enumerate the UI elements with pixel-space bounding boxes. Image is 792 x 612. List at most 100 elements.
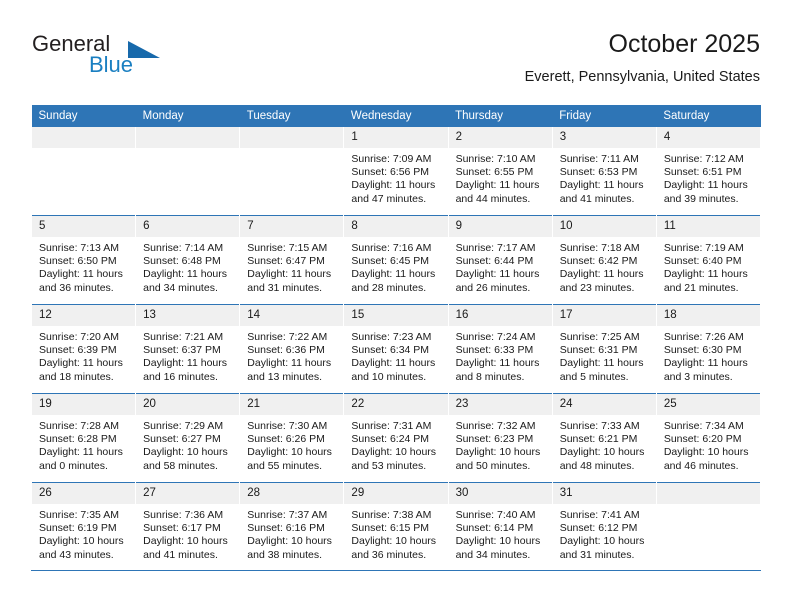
day-cell[interactable]: 3 Sunrise: 7:11 AM Sunset: 6:53 PM Daylight… [552,127,656,215]
sunset-text: Sunset: 6:24 PM [351,433,430,446]
sunrise-text: Sunrise: 7:22 AM [247,331,328,343]
day-cell[interactable]: 22 Sunrise: 7:31 AM Sunset: 6:24 PM Dayligh… [344,394,448,482]
daylight-text-line2: and 43 minutes. [39,548,114,561]
daylight-text-line1: Daylight: 11 hours [39,446,123,459]
day-number: 1 [344,127,448,148]
day-cell[interactable]: 4 Sunrise: 7:12 AM Sunset: 6:51 PM Daylight… [656,127,760,215]
calendar-week-row: 1 Sunrise: 7:09 AM Sunset: 6:56 PM Daylight… [30,127,762,216]
daylight-text-line1: Daylight: 11 hours [559,179,644,192]
calendar-week-row: 5 Sunrise: 7:13 AM Sunset: 6:50 PM Daylight… [30,215,762,305]
day-cell[interactable]: 19 Sunrise: 7:28 AM Sunset: 6:28 PM Dayligh… [32,394,136,482]
day-cell[interactable]: 29 Sunrise: 7:38 AM Sunset: 6:15 PM Dayligh… [344,483,448,571]
page-header: General Blue October 2025 Everett, Penns… [31,28,760,98]
calendar-cell: 23 Sunrise: 7:32 AM Sunset: 6:23 PM Dayligh… [447,393,553,483]
day-number: 19 [32,394,136,415]
sunset-text: Sunset: 6:34 PM [351,344,430,357]
day-number: 3 [552,127,656,148]
day-cell[interactable]: 15 Sunrise: 7:23 AM Sunset: 6:34 PM Dayligh… [344,305,448,393]
day-info: Sunrise: 7:28 AM Sunset: 6:28 PM Daylight:… [32,415,135,473]
sunrise-text: Sunrise: 7:36 AM [143,509,224,521]
daylight-text-line2: and 34 minutes. [455,548,531,561]
day-info [136,148,239,153]
sunset-text: Sunset: 6:36 PM [247,344,325,357]
sunrise-text: Sunrise: 7:10 AM [455,153,536,165]
day-cell[interactable]: 28 Sunrise: 7:37 AM Sunset: 6:16 PM Dayligh… [240,483,344,571]
day-cell[interactable]: 25 Sunrise: 7:34 AM Sunset: 6:20 PM Dayligh… [656,394,760,482]
daylight-text-line2: and 10 minutes. [351,370,427,383]
day-cell[interactable]: 17 Sunrise: 7:25 AM Sunset: 6:31 PM Dayligh… [552,305,656,393]
daylight-text-line2: and 55 minutes. [247,459,322,472]
day-cell[interactable]: 23 Sunrise: 7:32 AM Sunset: 6:23 PM Dayligh… [448,394,552,482]
daylight-text-line2: and 34 minutes. [143,281,218,294]
calendar-cell: 11 Sunrise: 7:19 AM Sunset: 6:40 PM Dayligh… [655,215,762,305]
day-cell[interactable]: 20 Sunrise: 7:29 AM Sunset: 6:27 PM Dayligh… [136,394,240,482]
day-cell[interactable]: 10 Sunrise: 7:18 AM Sunset: 6:42 PM Dayligh… [552,216,656,304]
daylight-text-line2: and 26 minutes. [455,281,531,294]
day-cell[interactable]: 26 Sunrise: 7:35 AM Sunset: 6:19 PM Dayligh… [32,483,136,571]
day-cell[interactable]: 30 Sunrise: 7:40 AM Sunset: 6:14 PM Dayligh… [448,483,552,571]
calendar-cell: 8 Sunrise: 7:16 AM Sunset: 6:45 PM Daylight… [343,215,449,305]
day-info: Sunrise: 7:12 AM Sunset: 6:51 PM Daylight:… [657,148,760,206]
sunrise-text: Sunrise: 7:32 AM [455,420,536,432]
daylight-text-line1: Daylight: 10 hours [39,535,124,548]
day-number: 21 [240,394,344,415]
day-cell[interactable]: 2 Sunrise: 7:10 AM Sunset: 6:55 PM Daylight… [448,127,552,215]
day-cell[interactable]: 16 Sunrise: 7:24 AM Sunset: 6:33 PM Dayligh… [448,305,552,393]
day-info [657,504,760,509]
day-info: Sunrise: 7:14 AM Sunset: 6:48 PM Daylight:… [136,237,239,295]
calendar-cell: 20 Sunrise: 7:29 AM Sunset: 6:27 PM Dayligh… [135,393,241,483]
sunrise-text: Sunrise: 7:13 AM [39,242,119,254]
day-info: Sunrise: 7:21 AM Sunset: 6:37 PM Daylight:… [136,326,239,384]
day-number: 16 [448,305,552,326]
daylight-text-line1: Daylight: 11 hours [351,357,436,370]
daylight-text-line2: and 5 minutes. [559,370,629,383]
day-cell[interactable]: 12 Sunrise: 7:20 AM Sunset: 6:39 PM Dayligh… [32,305,136,393]
calendar-page: General Blue October 2025 Everett, Penns… [0,0,792,612]
daylight-text-line2: and 46 minutes. [663,459,739,472]
day-cell[interactable]: 14 Sunrise: 7:22 AM Sunset: 6:36 PM Dayligh… [240,305,344,393]
calendar-cell: 24 Sunrise: 7:33 AM Sunset: 6:21 PM Dayligh… [551,393,657,483]
calendar-cell [239,127,345,216]
day-cell[interactable]: 9 Sunrise: 7:17 AM Sunset: 6:44 PM Daylight… [448,216,552,304]
daylight-text-line1: Daylight: 11 hours [247,268,332,281]
day-cell[interactable]: 18 Sunrise: 7:26 AM Sunset: 6:30 PM Dayligh… [656,305,760,393]
day-number: 13 [136,305,240,326]
day-cell[interactable]: 1 Sunrise: 7:09 AM Sunset: 6:56 PM Daylight… [344,127,448,215]
daylight-text-line1: Daylight: 11 hours [663,357,748,370]
brand-logo[interactable]: General Blue [31,32,241,88]
day-info: Sunrise: 7:32 AM Sunset: 6:23 PM Daylight:… [449,415,552,473]
day-cell[interactable]: 11 Sunrise: 7:19 AM Sunset: 6:40 PM Dayligh… [656,216,760,304]
sunset-text: Sunset: 6:48 PM [143,255,221,268]
day-number: 29 [344,483,448,504]
sunset-text: Sunset: 6:47 PM [247,255,325,268]
sunset-text: Sunset: 6:44 PM [455,255,534,268]
day-cell[interactable]: 21 Sunrise: 7:30 AM Sunset: 6:26 PM Dayligh… [240,394,344,482]
day-cell[interactable]: 8 Sunrise: 7:16 AM Sunset: 6:45 PM Daylight… [344,216,448,304]
sunset-text: Sunset: 6:33 PM [455,344,534,357]
daylight-text-line1: Daylight: 11 hours [663,179,748,192]
sunset-text: Sunset: 6:21 PM [559,433,638,446]
day-info: Sunrise: 7:38 AM Sunset: 6:15 PM Daylight:… [344,504,447,562]
sunset-text: Sunset: 6:15 PM [351,522,430,535]
sunset-text: Sunset: 6:31 PM [559,344,638,357]
day-cell[interactable]: 27 Sunrise: 7:36 AM Sunset: 6:17 PM Dayligh… [136,483,240,571]
day-cell[interactable]: 5 Sunrise: 7:13 AM Sunset: 6:50 PM Daylight… [32,216,136,304]
day-cell-empty [656,483,760,571]
day-cell[interactable]: 6 Sunrise: 7:14 AM Sunset: 6:48 PM Daylight… [136,216,240,304]
day-cell[interactable]: 31 Sunrise: 7:41 AM Sunset: 6:12 PM Dayligh… [552,483,656,571]
daylight-text-line2: and 47 minutes. [351,192,427,205]
day-cell[interactable]: 24 Sunrise: 7:33 AM Sunset: 6:21 PM Dayligh… [552,394,656,482]
sunrise-text: Sunrise: 7:29 AM [143,420,224,432]
day-number: 9 [448,216,552,237]
sunrise-text: Sunrise: 7:18 AM [559,242,640,254]
day-info: Sunrise: 7:20 AM Sunset: 6:39 PM Daylight:… [32,326,135,384]
calendar-cell: 16 Sunrise: 7:24 AM Sunset: 6:33 PM Dayligh… [447,304,553,394]
daylight-text-line1: Daylight: 11 hours [455,357,540,370]
daylight-text-line2: and 53 minutes. [351,459,427,472]
daylight-text-line1: Daylight: 11 hours [559,268,644,281]
day-number: 14 [240,305,344,326]
daylight-text-line1: Daylight: 10 hours [351,535,437,548]
daylight-text-line1: Daylight: 10 hours [455,535,541,548]
day-cell[interactable]: 13 Sunrise: 7:21 AM Sunset: 6:37 PM Dayligh… [136,305,240,393]
day-cell[interactable]: 7 Sunrise: 7:15 AM Sunset: 6:47 PM Daylight… [240,216,344,304]
